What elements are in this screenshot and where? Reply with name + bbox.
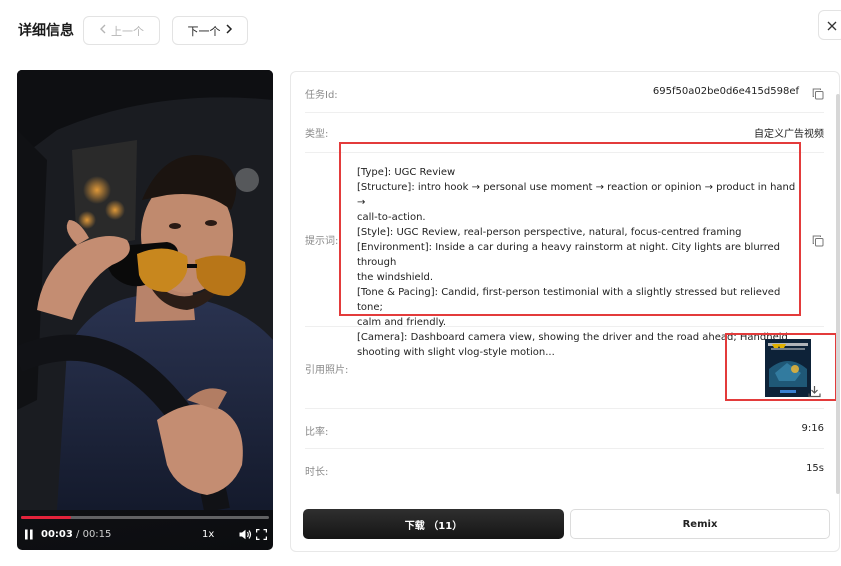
task-id-row: 任务Id: 695f50a02be0d6e415d598ef <box>305 72 824 113</box>
video-player[interactable]: 00:03 / 00:15 1x <box>17 70 273 550</box>
download-button[interactable]: 下载 （11） <box>303 509 564 539</box>
next-button[interactable]: 下一个 <box>172 16 248 45</box>
download-icon[interactable] <box>808 383 821 402</box>
prompt-line: [Structure]: intro hook → personal use m… <box>357 182 799 208</box>
remix-button[interactable]: Remix <box>570 509 830 539</box>
current-time: 00:03 <box>41 529 73 540</box>
prompt-line: [Type]: UGC Review <box>357 167 456 178</box>
details-panel: 任务Id: 695f50a02be0d6e415d598ef 类型: 自定义广告… <box>290 71 840 552</box>
prev-button-label: 上一个 <box>111 24 144 38</box>
task-id-value: 695f50a02be0d6e415d598ef <box>652 86 799 97</box>
chevron-right-icon <box>225 24 233 37</box>
scrollbar[interactable] <box>836 94 840 494</box>
prompt-line: [Tone & Pacing]: Candid, first-person te… <box>357 287 784 313</box>
type-label: 类型: <box>305 129 329 140</box>
prompt-line: the windshield. <box>357 272 434 283</box>
time-display: 00:03 / 00:15 <box>41 529 111 540</box>
progress-bar[interactable] <box>21 516 269 519</box>
ratio-value: 9:16 <box>801 423 824 434</box>
type-value: 自定义广告视频 <box>754 129 824 140</box>
prompt-line: call-to-action. <box>357 212 426 223</box>
ref-photo-label: 引用照片: <box>305 365 349 376</box>
ratio-label: 比率: <box>305 427 329 438</box>
pause-icon[interactable] <box>24 529 34 543</box>
time-separator: / <box>72 529 83 540</box>
sunglasses-icon <box>772 334 786 353</box>
duration-row: 时长: 15s <box>305 448 824 488</box>
copy-icon[interactable] <box>812 85 824 104</box>
duration-label: 时长: <box>305 467 329 478</box>
prompt-line: [Style]: UGC Review, real-person perspec… <box>357 227 742 238</box>
ratio-row: 比率: 9:16 <box>305 408 824 449</box>
prev-button[interactable]: 上一个 <box>83 16 160 45</box>
prompt-line: [Environment]: Inside a car during a hea… <box>357 242 784 268</box>
fullscreen-icon[interactable] <box>255 528 268 543</box>
task-id-label: 任务Id: <box>305 90 338 101</box>
chevron-left-icon <box>99 24 107 37</box>
volume-icon[interactable] <box>239 529 252 543</box>
prompt-label: 提示词: <box>305 236 339 247</box>
total-duration: 00:15 <box>82 529 112 540</box>
playback-speed-button[interactable]: 1x <box>202 529 214 540</box>
next-button-label: 下一个 <box>187 24 221 38</box>
close-icon <box>827 16 837 35</box>
page-title: 详细信息 <box>18 23 74 39</box>
copy-prompt-icon[interactable] <box>812 232 824 251</box>
progress-fill <box>21 516 71 519</box>
video-frame <box>17 70 273 510</box>
duration-value: 15s <box>806 463 824 474</box>
close-button[interactable] <box>818 10 841 40</box>
video-controls: 00:03 / 00:15 1x <box>17 526 273 546</box>
